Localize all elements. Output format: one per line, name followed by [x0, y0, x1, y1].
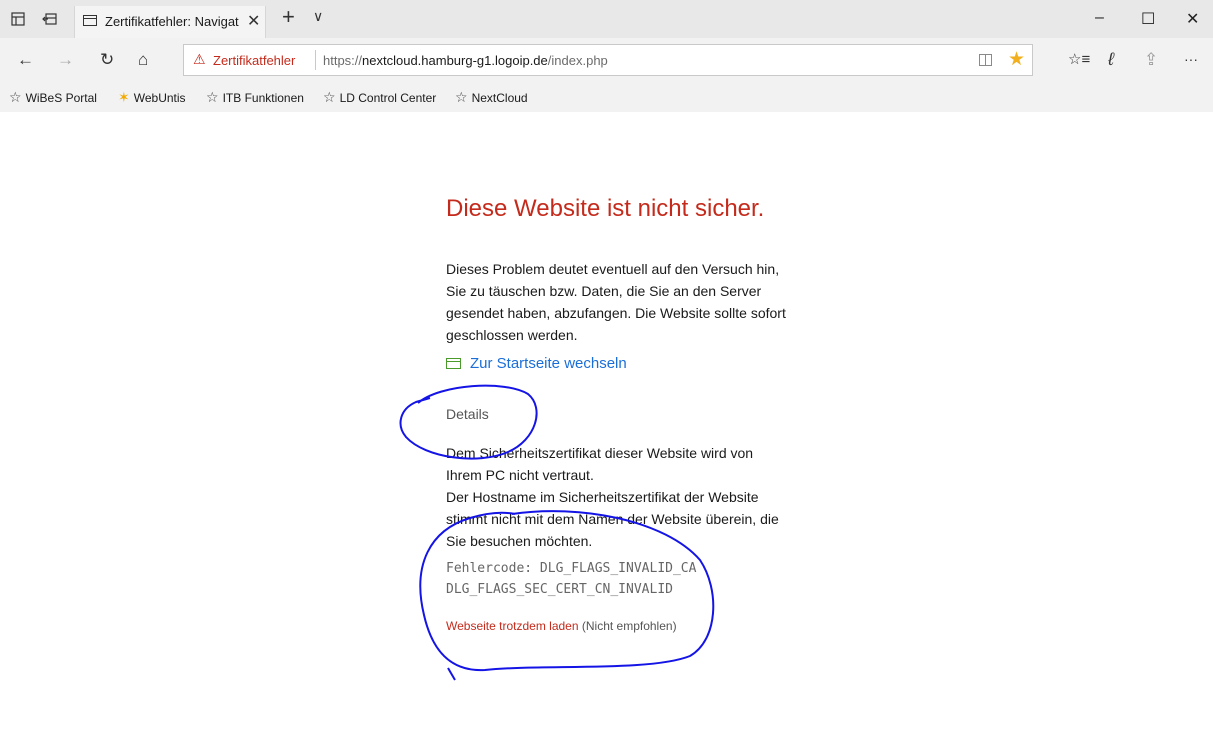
new-tab-button[interactable]: +	[282, 6, 295, 28]
favorite-item-webuntis[interactable]: ✶ WebUntis	[118, 89, 186, 106]
favorites-hub-icon[interactable]: ☆≡	[1068, 51, 1090, 68]
page-icon	[83, 15, 97, 26]
load-anyway-link[interactable]: Webseite trotzdem laden	[446, 619, 579, 633]
details-line-untrusted: Dem Sicherheitszertifikat dieser Website…	[446, 445, 754, 483]
title-bar: Zertifikatfehler: Navigat ✕ + ∨ – ☐ ✕	[0, 0, 1213, 38]
more-menu-icon[interactable]: ···	[1184, 51, 1198, 68]
address-bar[interactable]: ⚠ Zertifikatfehler https://nextcloud.ham…	[183, 44, 1033, 76]
back-button[interactable]: ←	[17, 51, 34, 68]
error-code: Fehlercode: DLG_FLAGS_INVALID_CA DLG_FLA…	[446, 558, 696, 600]
address-separator	[315, 50, 316, 70]
maximize-button[interactable]: ☐	[1141, 9, 1155, 29]
tab-preview-chevron-icon[interactable]: ∨	[313, 8, 323, 25]
page-title: Diese Website ist nicht sicher.	[446, 195, 765, 222]
url-text[interactable]: https://nextcloud.hamburg-g1.logoip.de/i…	[323, 53, 608, 68]
minimize-button[interactable]: –	[1095, 9, 1104, 27]
star-outline-icon: ☆	[455, 89, 468, 105]
refresh-button[interactable]: ↻	[100, 51, 114, 68]
not-recommended-note: (Nicht empfohlen)	[581, 619, 677, 633]
error-code-line: DLG_FLAGS_SEC_CERT_CN_INVALID	[446, 582, 673, 597]
close-window-button[interactable]: ✕	[1186, 9, 1199, 29]
tab-active[interactable]: Zertifikatfehler: Navigat ✕	[74, 6, 266, 38]
web-notes-icon[interactable]: ℓ	[1108, 50, 1114, 68]
star-outline-icon: ☆	[206, 89, 219, 105]
favorite-star-icon[interactable]: ★	[1008, 48, 1025, 71]
details-text: Dem Sicherheitszertifikat dieser Website…	[446, 442, 791, 552]
favorite-item-ld-control[interactable]: ☆ LD Control Center	[323, 89, 436, 106]
load-anyway-line: Webseite trotzdem laden (Nicht empfohlen…	[446, 619, 677, 633]
go-to-start-page-link[interactable]: Zur Startseite wechseln	[446, 355, 627, 372]
show-tabs-aside-icon[interactable]	[42, 11, 58, 27]
forward-button[interactable]: →	[57, 51, 74, 68]
reading-view-icon[interactable]	[979, 54, 992, 66]
details-toggle[interactable]: Details	[446, 406, 489, 422]
error-code-line: Fehlercode: DLG_FLAGS_INVALID_CA	[446, 561, 697, 576]
favorite-item-nextcloud[interactable]: ☆ NextCloud	[455, 89, 528, 106]
share-icon[interactable]: ⇪	[1144, 51, 1158, 68]
start-page-icon	[446, 358, 461, 369]
star-outline-icon: ☆	[323, 89, 336, 105]
webuntis-logo-icon: ✶	[118, 89, 130, 105]
certificate-error-indicator[interactable]: Zertifikatfehler	[213, 53, 295, 68]
favorite-item-itb[interactable]: ☆ ITB Funktionen	[206, 89, 304, 106]
warning-paragraph: Dieses Problem deutet eventuell auf den …	[446, 261, 786, 343]
warning-triangle-icon: ⚠	[193, 51, 206, 67]
set-tabs-aside-icon[interactable]	[10, 11, 26, 27]
tab-close-icon[interactable]: ✕	[247, 11, 260, 31]
home-button[interactable]: ⌂	[138, 51, 148, 68]
favorite-item-wibes[interactable]: ☆ WiBeS Portal	[9, 89, 97, 106]
details-line-hostname: Der Hostname im Sicherheitszertifikat de…	[446, 489, 779, 549]
navigation-bar: ← → ↻ ⌂ ⚠ Zertifikatfehler https://nextc…	[0, 38, 1213, 82]
tab-title: Zertifikatfehler: Navigat	[105, 14, 239, 29]
star-outline-icon: ☆	[9, 89, 22, 105]
favorites-bar: ☆ WiBeS Portal ✶ WebUntis ☆ ITB Funktionen …	[0, 82, 1213, 112]
